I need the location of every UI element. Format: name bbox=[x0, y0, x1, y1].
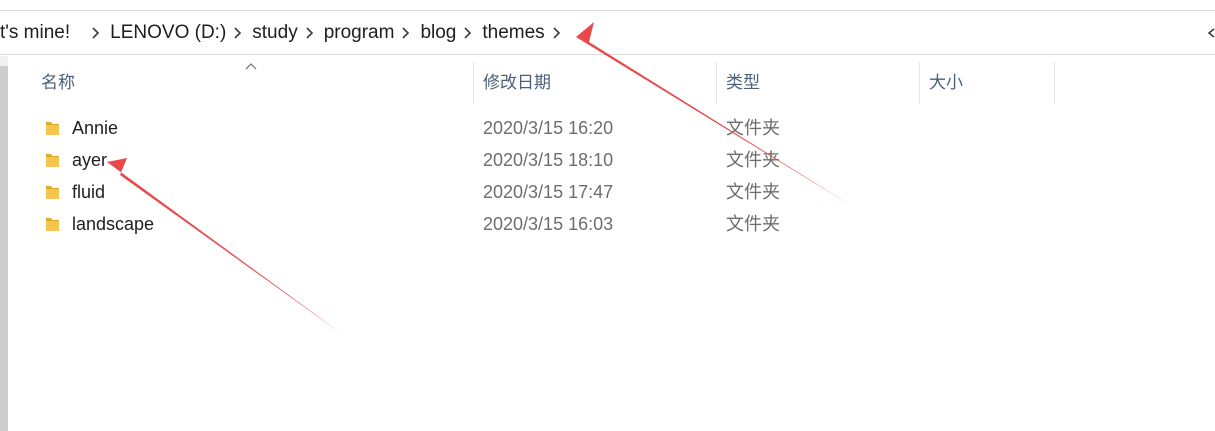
breadcrumb-segment: study bbox=[246, 22, 317, 44]
file-modified: 2020/3/15 18:10 bbox=[483, 150, 614, 170]
file-type: 文件夹 bbox=[726, 118, 780, 138]
chevron-right-icon[interactable] bbox=[232, 26, 246, 39]
breadcrumb-segment: LENOVO (D:) bbox=[104, 22, 246, 44]
file-modified: 2020/3/15 16:03 bbox=[483, 214, 614, 234]
breadcrumb-item-drive[interactable]: LENOVO (D:) bbox=[104, 22, 232, 44]
file-name: ayer bbox=[72, 150, 108, 170]
breadcrumb-segment: program bbox=[318, 22, 415, 44]
file-name: fluid bbox=[72, 182, 106, 202]
address-bar[interactable]: t's mine! LENOVO (D:) study program blog bbox=[0, 10, 1215, 55]
file-name: landscape bbox=[72, 214, 155, 234]
file-type: 文件夹 bbox=[726, 214, 780, 234]
column-divider[interactable] bbox=[919, 62, 920, 104]
column-header-name[interactable]: 名称 bbox=[33, 62, 473, 104]
folder-icon bbox=[46, 122, 59, 135]
breadcrumb: t's mine! LENOVO (D:) study program blog bbox=[0, 11, 565, 54]
breadcrumb-segment: themes bbox=[476, 22, 564, 44]
file-modified: 2020/3/15 17:47 bbox=[483, 182, 614, 202]
file-type: 文件夹 bbox=[726, 182, 780, 202]
column-header-modified[interactable]: 修改日期 bbox=[475, 62, 716, 104]
breadcrumb-item-themes[interactable]: themes bbox=[476, 22, 550, 44]
breadcrumb-segment: blog bbox=[414, 22, 476, 44]
column-divider[interactable] bbox=[716, 62, 717, 104]
breadcrumb-item-blog[interactable]: blog bbox=[414, 22, 462, 44]
file-type: 文件夹 bbox=[726, 150, 780, 170]
file-list: Annie 2020/3/15 16:20 文件夹 ayer 2020/3/15… bbox=[25, 112, 825, 240]
scrollbar-thumb[interactable] bbox=[0, 66, 8, 431]
chevron-right-icon[interactable] bbox=[304, 26, 318, 39]
folder-icon bbox=[46, 186, 59, 199]
file-modified: 2020/3/15 16:20 bbox=[483, 118, 614, 138]
address-history-dropdown-icon[interactable] bbox=[1205, 25, 1215, 41]
chevron-right-icon[interactable] bbox=[551, 26, 565, 39]
folder-icon bbox=[46, 218, 59, 231]
file-name: Annie bbox=[72, 118, 119, 138]
chevron-right-icon[interactable] bbox=[462, 26, 476, 39]
breadcrumb-item-program[interactable]: program bbox=[318, 22, 401, 44]
chevron-right-icon[interactable] bbox=[400, 26, 414, 39]
navigation-pane-scrollbar[interactable] bbox=[0, 56, 8, 431]
breadcrumb-item-current-user[interactable]: t's mine! bbox=[0, 22, 76, 44]
chevron-right-icon[interactable] bbox=[90, 26, 104, 39]
column-header-size[interactable]: 大小 bbox=[921, 62, 1054, 104]
breadcrumb-segment: t's mine! bbox=[0, 22, 104, 44]
list-item[interactable]: ayer 2020/3/15 18:10 文件夹 bbox=[25, 144, 825, 176]
folder-icon bbox=[46, 154, 59, 167]
column-divider[interactable] bbox=[473, 62, 474, 104]
list-item[interactable]: landscape 2020/3/15 16:03 文件夹 bbox=[25, 208, 825, 240]
column-header-row: 名称 修改日期 类型 大小 bbox=[25, 62, 1065, 104]
column-header-type[interactable]: 类型 bbox=[718, 62, 918, 104]
column-divider[interactable] bbox=[1054, 62, 1055, 104]
list-item[interactable]: Annie 2020/3/15 16:20 文件夹 bbox=[25, 112, 825, 144]
list-item[interactable]: fluid 2020/3/15 17:47 文件夹 bbox=[25, 176, 825, 208]
window-top-strip bbox=[0, 0, 1215, 10]
breadcrumb-item-study[interactable]: study bbox=[246, 22, 303, 44]
